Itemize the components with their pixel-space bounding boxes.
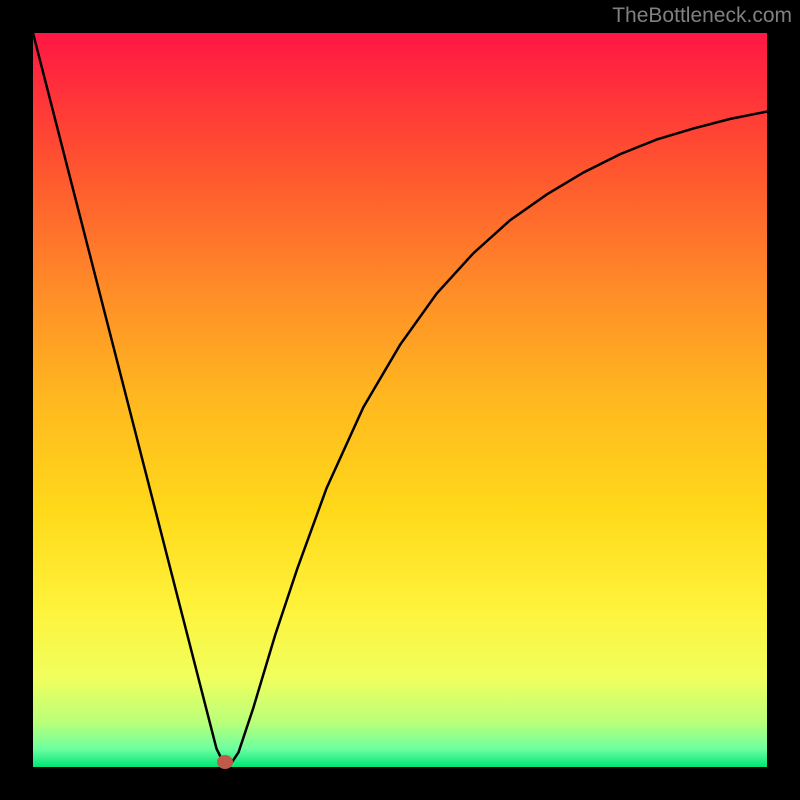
- watermark-text: TheBottleneck.com: [612, 4, 792, 28]
- optimal-point-marker: [217, 755, 233, 769]
- chart-container: TheBottleneck.com: [0, 0, 800, 800]
- plot-area: [33, 33, 767, 767]
- curve-line: [33, 33, 767, 767]
